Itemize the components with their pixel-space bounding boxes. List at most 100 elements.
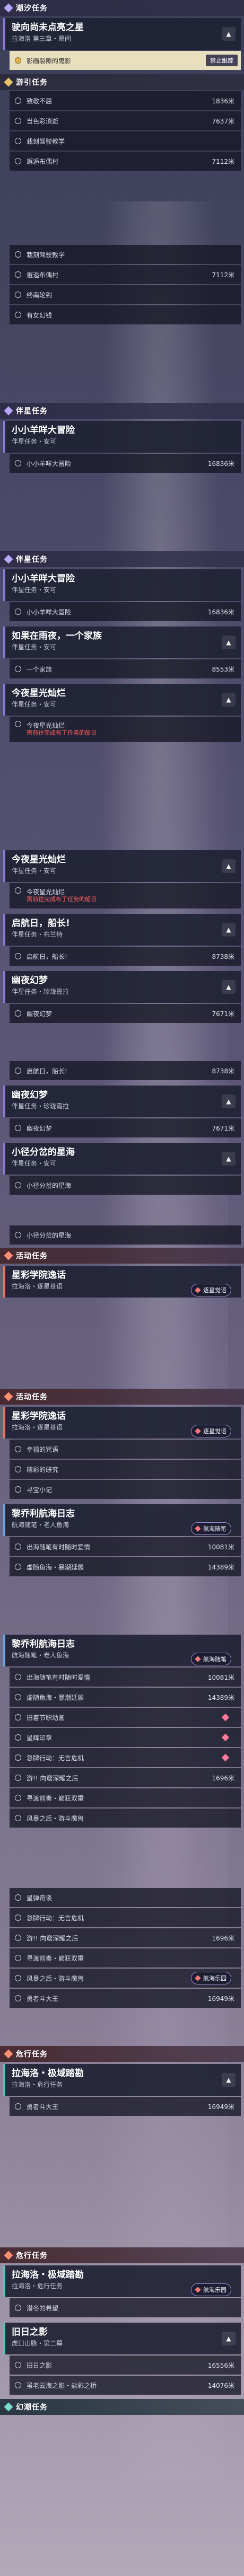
badge-diamond-icon: [195, 1428, 201, 1434]
section-header-activity: 活动任务: [0, 1248, 244, 1264]
quest-step[interactable]: 风暴之后・游斗魔兽 航海乐园: [10, 1969, 241, 1988]
quest-step[interactable]: 游!! 向窟深耀之后 1696米: [10, 1768, 241, 1787]
collapse-icon[interactable]: ▲: [222, 980, 236, 994]
step-radio-icon: [15, 608, 21, 615]
quest-step[interactable]: 寻宝小记: [10, 1480, 241, 1499]
event-badge[interactable]: 航海乐园: [191, 2283, 231, 2296]
quest-step[interactable]: 虚随鱼海・暴潮延展 14389米: [10, 1688, 241, 1707]
step-radio-icon: [15, 953, 21, 959]
section-header-danger: 危行任务: [0, 2046, 244, 2062]
event-badge[interactable]: 航海随笔: [191, 1522, 231, 1535]
collapse-icon[interactable]: ▲: [222, 859, 236, 873]
quest-step[interactable]: 星弹奇谈: [10, 1888, 241, 1907]
collapse-icon[interactable]: ▲: [222, 2332, 236, 2345]
quest-step[interactable]: 小径分岔的星海: [10, 1176, 241, 1195]
quest-step[interactable]: 栽刻驾驶教学: [10, 245, 241, 264]
quest-step[interactable]: 幽夜幻梦 7671米: [10, 1118, 241, 1137]
quest-step[interactable]: 幽夜幻梦 7671米: [10, 1004, 241, 1023]
event-badge[interactable]: 航海随笔: [191, 1653, 231, 1665]
collapse-icon[interactable]: ▲: [222, 2073, 236, 2087]
quest-step[interactable]: 忽牌行动：无言危机: [10, 1748, 241, 1767]
event-badge[interactable]: 逐星觉语: [191, 1425, 231, 1437]
danger-section-2: 危行任务 拉海洛・极域踏勘 拉海洛・危行任务 航海乐园 潜冬的希望 旧日之影 虎…: [0, 2247, 244, 2415]
quest-step[interactable]: 勇者斗大王 16949米: [10, 2097, 241, 2116]
collapse-icon[interactable]: ▲: [222, 636, 236, 649]
quest-step[interactable]: 启航日，船长! 8738米: [10, 947, 241, 966]
quest-step[interactable]: 忽牌行动：无言危机: [10, 1908, 241, 1927]
quest-card[interactable]: 小径分岔的星海 伴星任务・安可 ▲: [3, 1143, 241, 1175]
step-radio-icon: [15, 158, 21, 164]
quest-step[interactable]: 当色彩消逝 7637米: [10, 111, 241, 130]
quest-step[interactable]: 出海随笔有时随时爱情 10081米: [10, 1668, 241, 1687]
quest-card[interactable]: 启航日，船长! 伴星任务・布兰特 ▲: [3, 914, 241, 946]
quest-card[interactable]: 小小羊咩大冒险 伴星任务・安可: [3, 421, 241, 453]
collapse-icon[interactable]: ▲: [222, 693, 236, 707]
badge-diamond-icon: [195, 1975, 201, 1981]
quest-card[interactable]: 星彩学院逸话 拉海洛・逐星苍语 逐星觉语: [3, 1407, 241, 1439]
quest-card[interactable]: 如果在雨夜，一个家族 伴星任务・安可 ▲: [3, 627, 241, 658]
event-badge[interactable]: 逐星觉语: [191, 1284, 231, 1296]
quest-step[interactable]: 出海随笔有时随时爱情 10081米: [10, 1537, 241, 1556]
section-header-phantom: 幻潮任务: [0, 2399, 244, 2415]
collapse-icon[interactable]: ▲: [222, 923, 236, 937]
step-radio-icon: [15, 1975, 21, 1981]
quest-step[interactable]: 小小羊咩大冒险 16836米: [10, 454, 241, 473]
event-badge[interactable]: 航海乐园: [191, 1972, 231, 1984]
quest-step[interactable]: 一个家族 8553米: [10, 659, 241, 678]
quest-step[interactable]: 寻渡前奏・巅狂双重: [10, 1788, 241, 1807]
quest-step[interactable]: 旧着节职动画: [10, 1708, 241, 1727]
section-header-activity: 活动任务: [0, 1389, 244, 1405]
step-radio-icon: [15, 2103, 21, 2110]
collapse-icon[interactable]: ▲: [222, 1095, 236, 1108]
quest-card[interactable]: 拉海洛・极域踏勘 拉海洛・危行任务 航海乐园: [3, 2265, 241, 2297]
quest-card[interactable]: 星彩学院逸话 拉海洛・逐星苍语 逐星觉语: [3, 1266, 241, 1298]
collapse-icon[interactable]: ▲: [222, 27, 236, 41]
step-radio-icon: [15, 1775, 21, 1781]
quest-card[interactable]: 黎乔利航海日志 航海随笔・老人鱼海 航海随笔: [3, 1635, 241, 1666]
quest-subtitle: 拉海洛 第三章・幕间: [12, 35, 71, 42]
quest-step[interactable]: 勇者斗大王 16949米: [10, 1989, 241, 2008]
quest-step[interactable]: 旧日之影 16556米: [10, 2356, 241, 2375]
quest-step[interactable]: 今夜星光灿烂 需前往完成布丁任务的船日: [10, 883, 241, 908]
quest-card[interactable]: 今夜星光灿烂 伴星任务・安可 ▲: [3, 684, 241, 716]
quest-card[interactable]: 拉海洛・极域踏勘 拉海洛・危行任务 ▲: [3, 2064, 241, 2096]
quest-step[interactable]: 今夜星光灿烂 需前往完成布丁任务的船日: [10, 717, 241, 742]
background-figure: [90, 201, 228, 2481]
quest-card[interactable]: 幽夜幻梦 伴星任务・珍珑霞拉 ▲: [3, 1086, 241, 1117]
quest-step[interactable]: 小小羊咩大冒险 16836米: [10, 602, 241, 621]
quest-step[interactable]: 栽刻驾驶教学: [10, 131, 241, 151]
quest-card[interactable]: 黎乔利航海日志 航海随笔・老人鱼海 航海随笔: [3, 1504, 241, 1536]
quest-step[interactable]: 风暴之后・游斗魔兽: [10, 1809, 241, 1828]
quest-step[interactable]: 寻渡前奏・巅狂双重: [10, 1948, 241, 1968]
step-radio-icon: [15, 1955, 21, 1961]
quest-step[interactable]: 游!! 向窟深耀之后 1696米: [10, 1928, 241, 1947]
quest-card[interactable]: 幽夜幻梦 伴星任务・珍珑霞拉 ▲: [3, 971, 241, 1003]
quest-step[interactable]: 虚随鱼海・暴潮延展 14389米: [10, 1557, 241, 1576]
quest-card[interactable]: 旧日之影 虎口山脉・第二幕 ▲: [3, 2323, 241, 2354]
step-radio-icon: [15, 1674, 21, 1680]
step-radio-icon: [15, 1232, 21, 1238]
step-radio-icon: [15, 666, 21, 672]
quest-step[interactable]: 星辉印章: [10, 1728, 241, 1747]
quest-step[interactable]: 潜冬的希望: [10, 2298, 241, 2317]
quest-step[interactable]: 有女幻钱: [10, 305, 241, 324]
quest-step[interactable]: 邂逅布偶村 7112米: [10, 265, 241, 284]
quest-step[interactable]: 幸福的咒语: [10, 1440, 241, 1459]
quest-card[interactable]: 今夜星光灿烂 伴星任务・安可 ▲: [3, 850, 241, 882]
quest-step[interactable]: 小径分岔的星海: [10, 1225, 241, 1245]
quest-step[interactable]: 启航日，船长! 8738米: [10, 1061, 241, 1080]
no-track-button[interactable]: 禁止跟踪: [206, 55, 238, 66]
quest-step[interactable]: 邂逅布偶村 7112米: [10, 152, 241, 171]
quest-step[interactable]: 精彩的研究: [10, 1460, 241, 1479]
quest-card[interactable]: 驶向尚未点亮之星 拉海洛 第三章・幕间 ▲: [3, 18, 241, 50]
step-radio-icon: [15, 2305, 21, 2311]
section-header-danger: 危行任务: [0, 2247, 244, 2263]
travel-section-repeat: 栽刻驾驶教学 邂逅布偶村 7112米 终南轮到 有女幻钱: [0, 244, 244, 324]
quest-card[interactable]: 小小羊咩大冒险 伴星任务・安可: [3, 569, 241, 601]
quest-step[interactable]: 影画裂隙的鬼影 禁止跟踪: [10, 51, 241, 70]
collapse-icon[interactable]: ▲: [222, 1152, 236, 1166]
quest-step[interactable]: 终南轮到: [10, 285, 241, 304]
section-header-companion: 伴星任务: [0, 403, 244, 419]
quest-step[interactable]: 虽老云海之影・盐彩之桥 14076米: [10, 2376, 241, 2395]
quest-step[interactable]: 致敬不屈 1836米: [10, 91, 241, 110]
